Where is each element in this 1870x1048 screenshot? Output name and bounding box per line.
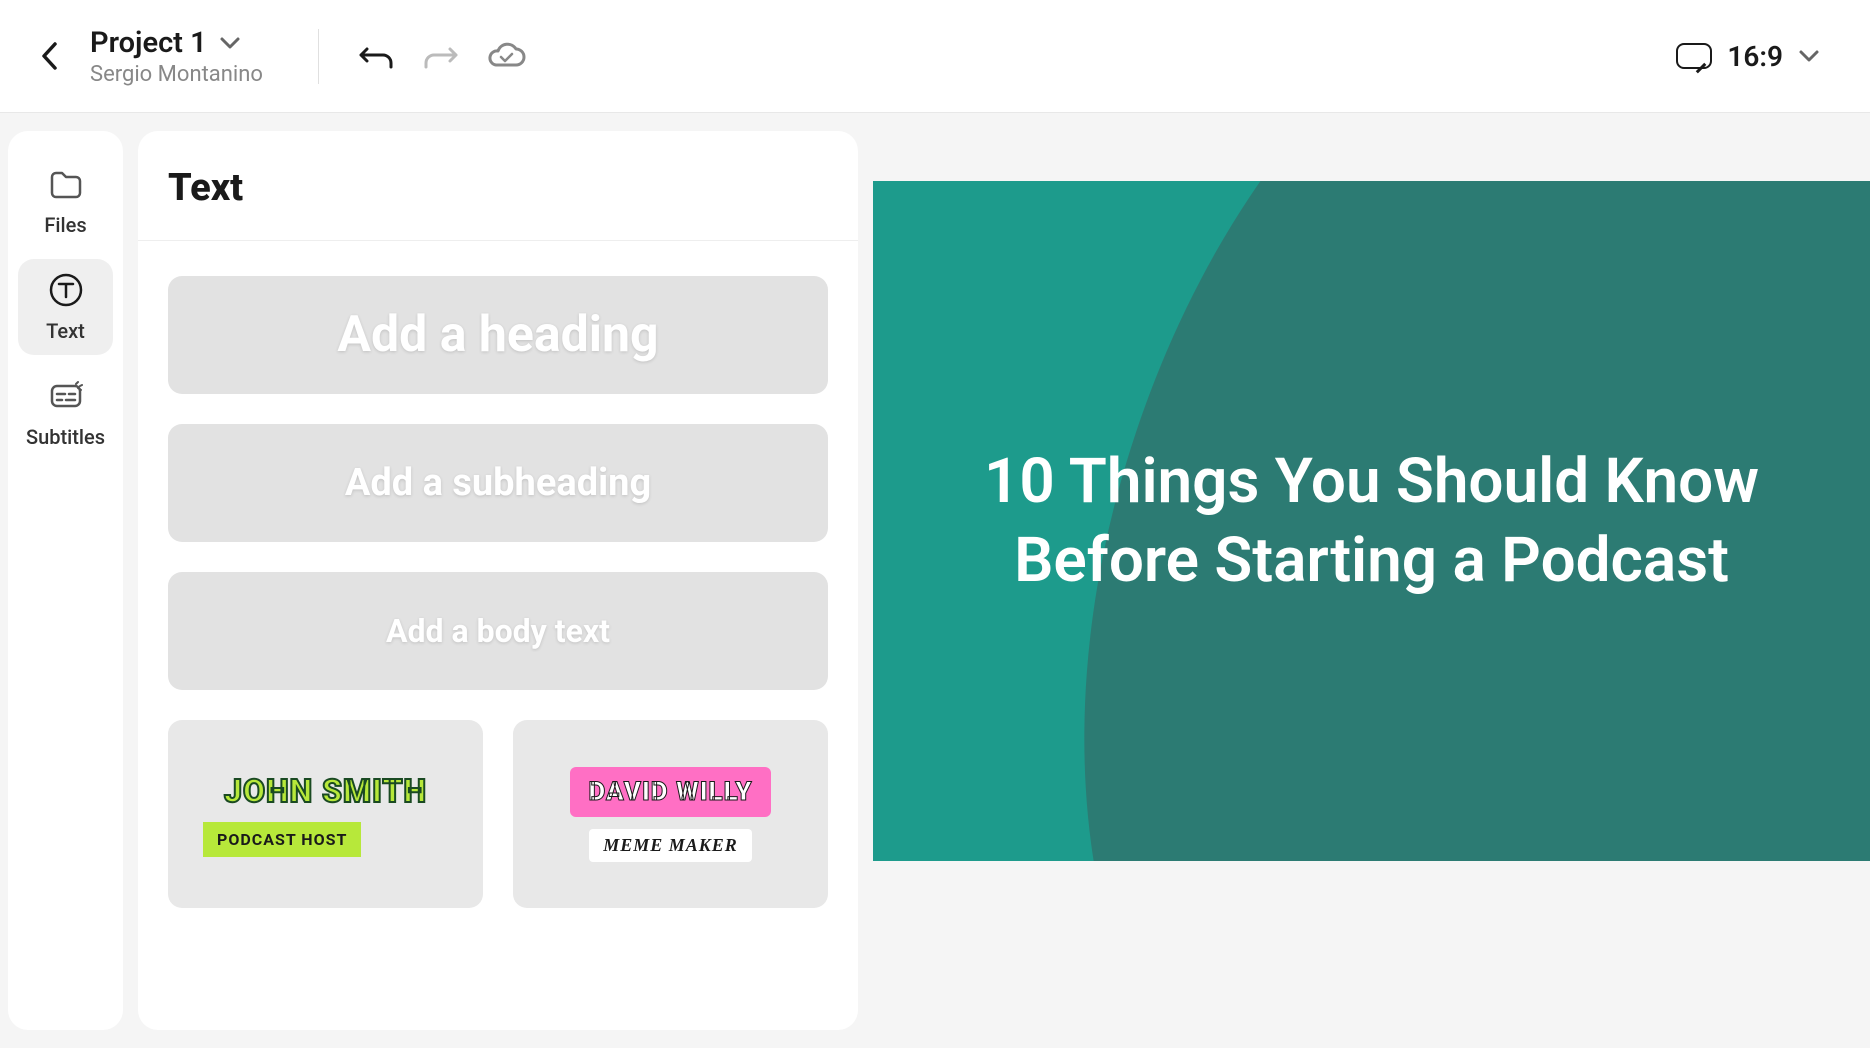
nav-label: Text bbox=[46, 319, 85, 343]
divider bbox=[318, 29, 319, 84]
canvas[interactable]: 10 Things You Should Know Before Startin… bbox=[873, 181, 1870, 861]
canvas-wrapper: 10 Things You Should Know Before Startin… bbox=[873, 131, 1870, 1030]
undo-button[interactable] bbox=[354, 34, 399, 79]
cloud-sync-button[interactable] bbox=[484, 34, 529, 79]
project-author: Sergio Montanino bbox=[90, 62, 263, 87]
back-button[interactable] bbox=[30, 36, 70, 76]
text-icon bbox=[47, 271, 85, 309]
project-title: Project 1 bbox=[90, 26, 207, 60]
add-subheading-button[interactable]: Add a subheading bbox=[168, 424, 828, 542]
project-title-dropdown[interactable]: Project 1 bbox=[90, 26, 263, 60]
redo-button[interactable] bbox=[419, 34, 464, 79]
subtitles-icon bbox=[47, 377, 85, 415]
text-template-2[interactable]: DAVID WILLY MEME MAKER bbox=[513, 720, 828, 908]
nav-label: Subtitles bbox=[26, 425, 105, 449]
text-templates-row: JOHN SMITH PODCAST HOST DAVID WILLY MEME… bbox=[168, 720, 828, 908]
divider bbox=[138, 240, 858, 241]
topbar: Project 1 Sergio Montanino 16:9 bbox=[0, 0, 1870, 113]
option-label: Add a body text bbox=[386, 612, 610, 650]
aspect-ratio-label: 16:9 bbox=[1727, 40, 1783, 73]
chevron-down-icon bbox=[219, 36, 241, 50]
nav-item-text[interactable]: Text bbox=[18, 259, 113, 355]
chevron-down-icon bbox=[1798, 49, 1820, 63]
left-nav: Files Text Subtitles bbox=[8, 131, 123, 1030]
folder-icon bbox=[47, 165, 85, 203]
template-name: DAVID WILLY bbox=[570, 767, 770, 817]
template-tag: PODCAST HOST bbox=[203, 822, 361, 857]
cloud-check-icon bbox=[486, 41, 526, 71]
main-area: Files Text Subtitles Text bbox=[0, 113, 1870, 1048]
project-info: Project 1 Sergio Montanino bbox=[90, 26, 263, 87]
aspect-ratio-icon bbox=[1676, 43, 1712, 69]
canvas-title-text[interactable]: 10 Things You Should Know Before Startin… bbox=[873, 442, 1870, 601]
text-template-1[interactable]: JOHN SMITH PODCAST HOST bbox=[168, 720, 483, 908]
option-label: Add a subheading bbox=[345, 461, 651, 505]
add-body-text-button[interactable]: Add a body text bbox=[168, 572, 828, 690]
aspect-ratio-dropdown[interactable]: 16:9 bbox=[1676, 40, 1820, 73]
nav-item-subtitles[interactable]: Subtitles bbox=[18, 365, 113, 461]
redo-icon bbox=[422, 41, 460, 71]
chevron-left-icon bbox=[39, 41, 61, 71]
undo-icon bbox=[357, 41, 395, 71]
nav-label: Files bbox=[44, 213, 86, 237]
template-name: JOHN SMITH bbox=[224, 772, 427, 810]
add-heading-button[interactable]: Add a heading bbox=[168, 276, 828, 394]
option-label: Add a heading bbox=[337, 306, 658, 364]
panel-title: Text bbox=[168, 166, 828, 210]
nav-item-files[interactable]: Files bbox=[18, 153, 113, 249]
text-panel: Text Add a heading Add a subheading Add … bbox=[138, 131, 858, 1030]
template-tag: MEME MAKER bbox=[589, 829, 752, 862]
